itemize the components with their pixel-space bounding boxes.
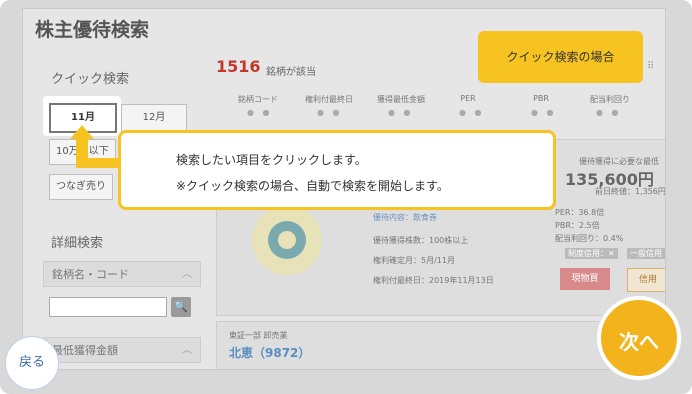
col-pbr[interactable]: PBR — [526, 94, 556, 103]
callout-line-1: 検索したい項目をクリックします。 — [176, 153, 367, 167]
instruction-callout: 検索したい項目をクリックします。 ※クイック検索の場合、自動で検索を開始します。 — [118, 130, 556, 210]
search-icon[interactable]: 🔍 — [171, 297, 191, 317]
benefit: 優待内容：飲食券 — [373, 213, 437, 222]
badge-general: 一般信用 — [627, 248, 665, 259]
arrow-stem — [76, 158, 120, 168]
chip-short-sell[interactable]: つなぎ売り — [49, 174, 113, 200]
result-count-suffix: 銘柄が該当 — [266, 67, 316, 78]
record-month: 権利確定月：5月/11月 — [373, 256, 455, 265]
col-min-amount[interactable]: 獲得最低金額 — [369, 94, 433, 105]
badge-margin: 制度信用：✕ — [565, 248, 618, 259]
quick-search-tag: クイック検索の場合 — [478, 31, 643, 83]
month-button-12[interactable]: 12月 — [121, 104, 187, 132]
result-count: 1516 — [216, 57, 261, 76]
sort-arrows[interactable]: ● ● — [531, 108, 557, 117]
market: 東証一部 卸売業 — [229, 331, 288, 340]
field-stock-name[interactable]: 銘柄名・コード ︿ — [43, 261, 201, 287]
field-min-amount-label: 最低獲得金額 — [52, 344, 118, 357]
grid-view-icon[interactable]: ⠿ — [647, 61, 654, 72]
detail-search-label: 詳細検索 — [51, 236, 104, 251]
sort-arrows[interactable]: ● ● — [459, 108, 485, 117]
credit-button[interactable]: 信用 — [627, 268, 665, 292]
min-shares: 優待獲得株数：100株以上 — [373, 236, 469, 245]
col-code[interactable]: 銘柄コード — [233, 94, 283, 105]
pbr: PBR：2.5倍 — [555, 221, 600, 230]
cash-buy-button[interactable]: 現物買 — [560, 268, 610, 290]
prev-close: 前日終値：1,356円 — [595, 187, 666, 196]
sort-arrows[interactable]: ● ● — [247, 108, 273, 117]
page-title: 株主優待検索 — [35, 19, 150, 41]
field-min-amount[interactable]: 最低獲得金額 ︿ — [43, 337, 201, 363]
sort-arrows[interactable]: ● ● — [388, 108, 414, 117]
yield: 配当利回り：0.4% — [555, 234, 624, 243]
next-button[interactable]: 次へ — [597, 296, 681, 380]
arrow-up-icon — [70, 125, 94, 139]
chevron-up-icon: ︿ — [182, 269, 192, 280]
per: PER：36.8倍 — [555, 208, 605, 217]
col-per[interactable]: PER — [453, 94, 483, 103]
last-day: 権利付最終日：2019年11月13日 — [373, 276, 494, 285]
plate-icon — [252, 205, 322, 275]
quick-search-label: クイック検索 — [51, 72, 130, 87]
chevron-up-icon: ︿ — [182, 345, 192, 356]
col-last-day[interactable]: 権利付最終日 — [299, 94, 359, 105]
field-stock-name-label: 銘柄名・コード — [52, 268, 129, 281]
tutorial-frame: 株主優待検索 クイック検索 11月 12月 10万円以下 つなぎ売り 詳細検索 … — [0, 0, 692, 394]
col-yield[interactable]: 配当利回り — [585, 94, 635, 105]
back-button[interactable]: 戻る — [5, 336, 59, 390]
search-input[interactable] — [49, 297, 167, 317]
stock-link[interactable]: 北恵（9872） — [229, 344, 310, 361]
sort-arrows[interactable]: ● ● — [596, 108, 622, 117]
sort-arrows[interactable]: ● ● — [317, 108, 343, 117]
callout-line-2: ※クイック検索の場合、自動で検索を開始します。 — [176, 179, 449, 193]
